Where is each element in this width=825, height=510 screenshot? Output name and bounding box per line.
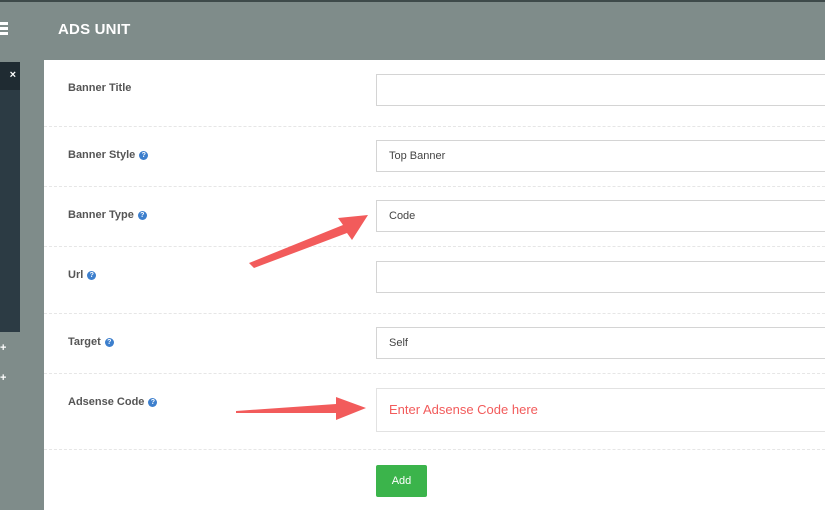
annotation-arrows bbox=[236, 215, 368, 420]
annotation-arrow-banner-type bbox=[249, 215, 368, 268]
annotation-arrow-adsense-code bbox=[236, 397, 366, 420]
